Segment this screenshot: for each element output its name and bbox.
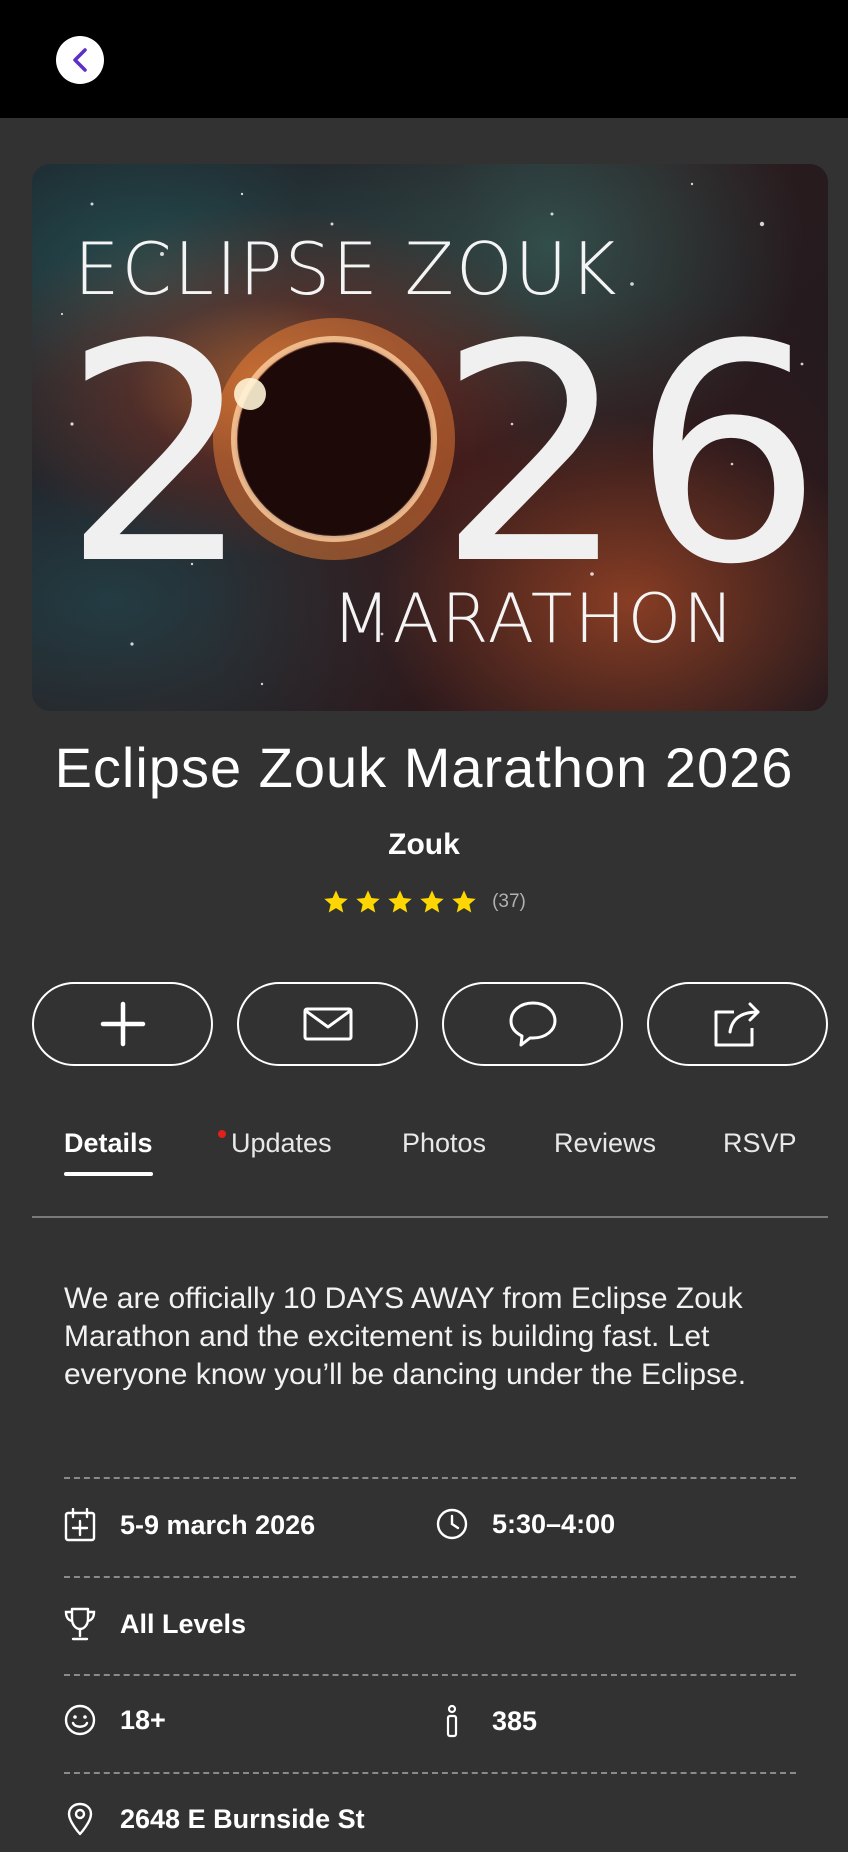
- star-icon: [324, 890, 348, 913]
- message-button[interactable]: [237, 982, 418, 1066]
- info-time: 5:30–4:00: [436, 1508, 615, 1540]
- person-icon: [446, 1704, 458, 1738]
- share-icon: [714, 1002, 759, 1047]
- tab-details[interactable]: Details: [64, 1128, 153, 1176]
- info-date: 5-9 march 2026: [64, 1508, 315, 1542]
- dance-level: All Levels: [120, 1608, 247, 1639]
- star-icon: [388, 890, 412, 913]
- plus-icon: [100, 1001, 145, 1047]
- event-category: Zouk: [388, 828, 460, 861]
- mail-icon: [303, 1007, 352, 1041]
- tab-reviews[interactable]: Reviews: [554, 1128, 656, 1159]
- tab-photos[interactable]: Photos: [402, 1128, 486, 1159]
- event-title: Eclipse Zouk Marathon 2026: [54, 736, 794, 799]
- divider: [64, 1674, 796, 1676]
- info-age: 18+: [64, 1704, 166, 1736]
- poster-year-digit-6: 6: [632, 281, 823, 630]
- poster-artwork: ECLIPSE ZOUK 2 2 6 MARATHON: [60, 182, 823, 686]
- unread-dot-indicator: [218, 1130, 226, 1138]
- poster-year-digit-2b: 2: [437, 281, 628, 630]
- action-bar: [32, 982, 828, 1066]
- attendee-count: 385: [492, 1705, 538, 1736]
- event-description: We are officially 10 DAYS AWAY from Ecli…: [64, 1282, 747, 1391]
- chevron-left-icon: [73, 48, 87, 72]
- event-poster-image: ECLIPSE ZOUK 2 2 6 MARATHON: [32, 164, 828, 711]
- info-address[interactable]: 2648 E Burnside St: [64, 1802, 365, 1836]
- comment-button[interactable]: [442, 982, 623, 1066]
- rating-count: (37): [492, 891, 526, 912]
- info-attendees: 385: [436, 1704, 537, 1738]
- poster-line3: MARATHON: [332, 580, 736, 659]
- info-level: All Levels: [64, 1606, 246, 1642]
- divider: [64, 1576, 796, 1578]
- rating[interactable]: (37): [0, 888, 848, 916]
- divider: [64, 1477, 796, 1479]
- star-icon: [452, 890, 476, 913]
- tab-bar: Details Updates Photos Reviews RSVP: [32, 1128, 828, 1218]
- clock-icon: [436, 1508, 468, 1540]
- top-bar: [0, 0, 848, 118]
- location-pin-icon: [67, 1802, 93, 1836]
- star-icon: [356, 890, 380, 913]
- trophy-icon: [64, 1607, 96, 1641]
- smiley-icon: [64, 1704, 96, 1736]
- poster-year-digit-2a: 2: [62, 281, 253, 630]
- event-address: 2648 E Burnside St: [120, 1803, 365, 1834]
- age-restriction: 18+: [120, 1704, 166, 1735]
- share-button[interactable]: [647, 982, 828, 1066]
- tab-updates[interactable]: Updates: [231, 1128, 332, 1159]
- add-button[interactable]: [32, 982, 213, 1066]
- star-icon: [420, 890, 444, 913]
- tab-rsvp[interactable]: RSVP: [723, 1128, 797, 1159]
- divider: [64, 1772, 796, 1774]
- event-date: 5-9 march 2026: [120, 1509, 316, 1540]
- calendar-icon: [64, 1508, 96, 1542]
- back-button[interactable]: [56, 36, 104, 84]
- event-time: 5:30–4:00: [492, 1508, 616, 1539]
- chat-bubble-icon: [509, 1001, 556, 1047]
